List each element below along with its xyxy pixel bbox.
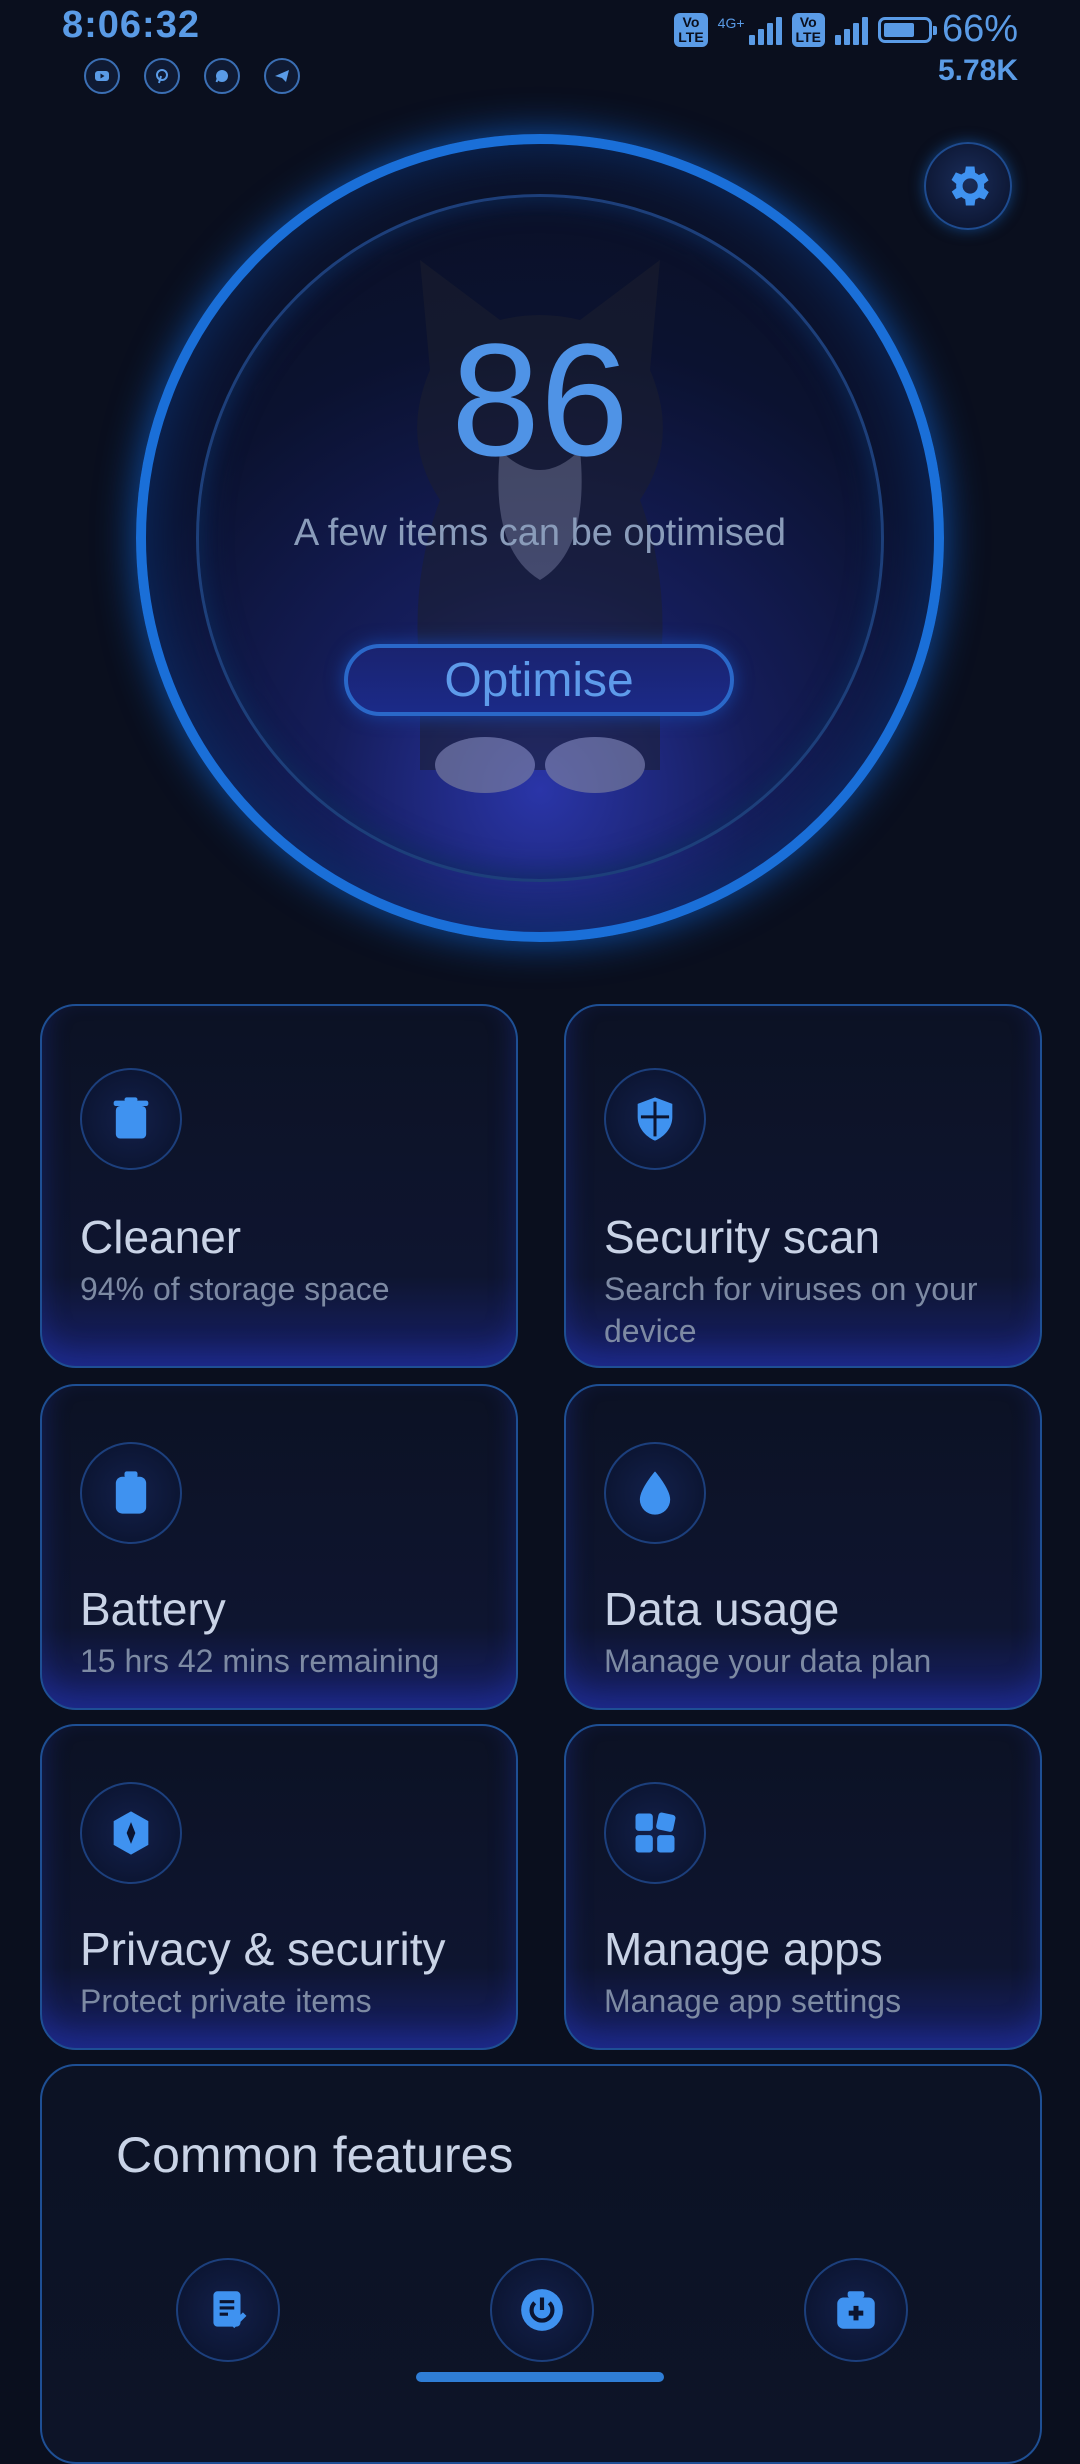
common-features-title: Common features xyxy=(116,2127,514,2183)
privacy-icon xyxy=(80,1782,182,1884)
card-title: Security scan xyxy=(604,1211,881,1263)
signal-icon-2 xyxy=(834,15,868,45)
power-icon xyxy=(521,2289,563,2331)
shield-icon xyxy=(604,1068,706,1170)
card-title: Privacy & security xyxy=(80,1923,446,1975)
notification-icons xyxy=(84,58,300,94)
signal-icon xyxy=(748,15,782,45)
first-aid-icon xyxy=(837,2291,875,2329)
card-subtitle: Manage app settings xyxy=(604,1983,902,2019)
volte-badge-2: Vo LTE xyxy=(791,12,825,47)
manage-apps-card[interactable]: Manage apps Manage app settings xyxy=(564,1724,1042,2050)
status-indicators: Vo LTE 4G+ Vo LTE 66% xyxy=(674,8,1018,51)
trash-icon xyxy=(80,1068,182,1170)
data-usage-card[interactable]: Data usage Manage your data plan xyxy=(564,1384,1042,1710)
score-value: 86 xyxy=(451,310,629,489)
volte-badge-1: Vo LTE xyxy=(674,12,708,47)
card-subtitle: Manage your data plan xyxy=(604,1643,932,1679)
youtube-icon xyxy=(84,58,120,94)
common-features-panel: Common features xyxy=(40,2064,1042,2464)
battery-icon xyxy=(877,16,937,43)
card-title: Battery xyxy=(80,1583,226,1635)
whatsapp-icon xyxy=(204,58,240,94)
card-subtitle: 94% of storage space xyxy=(80,1271,390,1307)
battery-percent: 66% xyxy=(941,8,1018,50)
checklist-icon xyxy=(213,2291,247,2329)
first-aid-button[interactable] xyxy=(804,2258,908,2362)
droplet-icon xyxy=(604,1442,706,1544)
gear-icon xyxy=(951,166,989,206)
privacy-security-card[interactable]: Privacy & security Protect private items xyxy=(40,1724,518,2050)
security-scan-card[interactable]: Security scan Search for viruses on your… xyxy=(564,1004,1042,1368)
card-title: Data usage xyxy=(604,1583,840,1635)
battery-icon xyxy=(80,1442,182,1544)
pinterest-icon xyxy=(144,58,180,94)
power-button[interactable] xyxy=(490,2258,594,2362)
card-subtitle: Search for viruses on your device xyxy=(604,1271,978,1349)
apps-grid-icon xyxy=(604,1782,706,1884)
card-title: Cleaner xyxy=(80,1211,242,1263)
cleaner-card[interactable]: Cleaner 94% of storage space xyxy=(40,1004,518,1368)
settings-button[interactable] xyxy=(924,142,1012,230)
card-subtitle: 15 hrs 42 mins remaining xyxy=(80,1643,440,1679)
battery-card[interactable]: Battery 15 hrs 42 mins remaining xyxy=(40,1384,518,1710)
telegram-icon xyxy=(264,58,300,94)
card-subtitle: Protect private items xyxy=(80,1983,372,2019)
checklist-button[interactable] xyxy=(176,2258,280,2362)
score-message: A few items can be optimised xyxy=(293,512,787,554)
home-indicator[interactable] xyxy=(416,2372,664,2382)
optimise-button[interactable]: Optimise xyxy=(344,644,734,716)
status-time: 8:06:32 xyxy=(62,4,200,46)
network-type: 4G+ xyxy=(717,14,745,31)
net-speed: 5.78K xyxy=(937,54,1018,87)
card-title: Manage apps xyxy=(604,1923,883,1975)
